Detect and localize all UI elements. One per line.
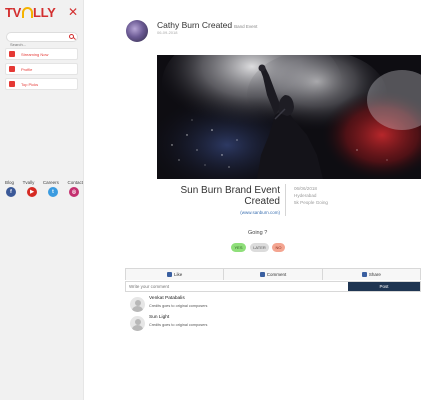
facebook-icon[interactable]: f xyxy=(6,187,16,197)
comment-text: Credits goes to original composers xyxy=(149,323,208,327)
user-icon xyxy=(9,66,15,72)
twitter-icon[interactable]: t xyxy=(48,187,58,197)
tvally-logo[interactable]: TV LLY xyxy=(5,5,56,23)
close-icon[interactable]: ✕ xyxy=(68,6,78,18)
sidebar-item-label: Top Picks xyxy=(21,81,39,87)
star-icon xyxy=(9,81,15,87)
event-going-count: 5k People Going xyxy=(294,200,328,205)
comment-icon xyxy=(259,272,265,277)
youtube-icon[interactable]: ▶ xyxy=(27,187,37,197)
comment-input[interactable] xyxy=(126,282,348,291)
post-timestamp: 06-09-2018 xyxy=(157,30,178,35)
rsvp-no-button[interactable]: NO xyxy=(272,243,285,252)
thumbs-up-icon xyxy=(167,272,173,277)
like-button[interactable]: Like xyxy=(126,269,225,280)
post-title: Cathy Burn Created Band Event xyxy=(157,20,257,30)
sidebar-item-streaming-now[interactable]: Streaming Now xyxy=(5,48,78,60)
instagram-icon[interactable]: ◎ xyxy=(69,187,79,197)
footer-links: Blog Tvally Careers Contact xyxy=(5,180,83,185)
comment-label: Comment xyxy=(266,272,287,277)
commenter-name[interactable]: Sun Light xyxy=(149,315,169,320)
sidebar-item-top-picks[interactable]: Top Picks xyxy=(5,78,78,90)
footer-link-careers[interactable]: Careers xyxy=(43,180,59,185)
commenter-name[interactable]: Venkat Patabalis xyxy=(149,296,185,301)
like-label: Like xyxy=(174,272,183,277)
footer-link-tvally[interactable]: Tvally xyxy=(23,180,35,185)
rsvp-yes-button[interactable]: YES xyxy=(231,243,246,252)
logo-prefix: TV xyxy=(5,5,22,20)
footer-link-blog[interactable]: Blog xyxy=(5,180,14,185)
going-question: Going ? xyxy=(248,230,268,236)
event-date: 06/06/2018 xyxy=(294,186,317,191)
sidebar-item-label: Profile xyxy=(21,66,33,72)
post-tag: Band Event xyxy=(234,24,258,29)
sidebar-item-label: Streaming Now xyxy=(21,51,49,57)
sidebar-item-profile[interactable]: Profile xyxy=(5,63,78,75)
post-author-title[interactable]: Cathy Burn Created xyxy=(157,20,232,30)
logo-suffix: LLY xyxy=(33,5,56,20)
event-image[interactable] xyxy=(157,55,421,179)
comment-button[interactable]: Comment xyxy=(224,269,323,280)
post-actions: Like Comment Share xyxy=(125,268,421,280)
broadcast-icon xyxy=(9,51,15,57)
post-comment-button[interactable]: Post xyxy=(348,282,420,291)
comment-text: Credits goes to original composers xyxy=(149,304,208,308)
share-button[interactable]: Share xyxy=(323,269,420,280)
event-location: Hyderabad xyxy=(294,193,317,198)
share-label: Share xyxy=(368,272,381,277)
rsvp-later-button[interactable]: LATER xyxy=(250,243,269,252)
commenter-avatar[interactable] xyxy=(130,297,145,312)
search-box xyxy=(6,32,78,49)
event-link[interactable]: (www.sanburn.com) xyxy=(240,210,280,215)
event-title: Sun Burn Brand Event Created xyxy=(180,185,280,207)
search-icon[interactable] xyxy=(69,34,74,39)
author-avatar[interactable] xyxy=(126,20,148,42)
comment-composer: Post xyxy=(125,281,421,292)
commenter-avatar[interactable] xyxy=(130,316,145,331)
concert-photo xyxy=(157,55,421,179)
sidebar: TVLLY ✕ Streaming Now Profile Top Picks … xyxy=(0,0,84,400)
event-meta: 06/06/2018 Hyderabad 5k People Going xyxy=(294,185,328,206)
share-icon xyxy=(361,272,367,277)
footer-link-contact[interactable]: Contact xyxy=(67,180,83,185)
event-divider xyxy=(285,184,286,216)
headphone-icon xyxy=(21,7,33,18)
